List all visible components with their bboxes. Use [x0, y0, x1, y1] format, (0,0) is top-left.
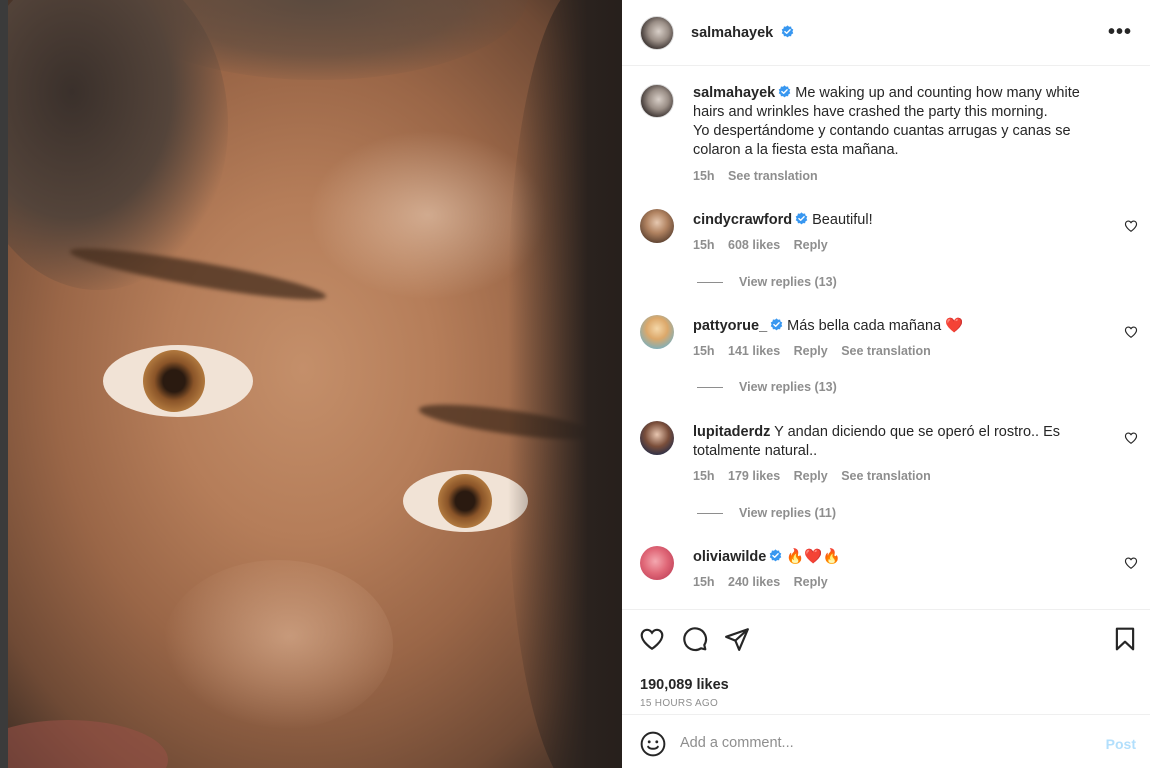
comment-time[interactable]: 15h — [693, 575, 715, 589]
reply-button[interactable]: Reply — [794, 469, 828, 483]
author-username[interactable]: salmahayek — [691, 25, 773, 41]
red-heart-emoji: ❤️ — [945, 318, 964, 334]
caption-avatar[interactable] — [640, 84, 674, 118]
see-translation-link[interactable]: See translation — [841, 469, 931, 483]
like-comment-heart-icon[interactable] — [1124, 325, 1138, 339]
caption-time[interactable]: 15h — [693, 169, 715, 183]
view-replies-label: View replies (13) — [739, 380, 837, 394]
more-options-button[interactable]: ••• — [1108, 22, 1132, 42]
author-avatar[interactable] — [640, 16, 674, 50]
commenter-username[interactable]: pattyorue_ — [693, 318, 767, 334]
comment-meta: 15h 240 likes Reply — [693, 575, 838, 589]
view-replies-button[interactable]: View replies (11) — [697, 506, 836, 520]
comment-time[interactable]: 15h — [693, 344, 715, 358]
verified-badge-icon — [781, 25, 793, 38]
post-actions: 190,089 likes 15 HOURS AGO — [622, 609, 1150, 714]
emoji-smiley-icon[interactable] — [640, 731, 666, 757]
reply-button[interactable]: Reply — [794, 238, 828, 252]
comment-text: Más bella cada mañana — [787, 318, 942, 334]
replies-divider — [697, 281, 723, 283]
comment-time[interactable]: 15h — [693, 238, 715, 252]
post-side-panel: salmahayek ••• salmahayek Me waking up a… — [622, 0, 1150, 768]
verified-badge-icon — [778, 85, 791, 98]
comment-body: pattyorue_ Más bella cada mañana ❤️ — [693, 317, 1093, 336]
likes-count[interactable]: 190,089 likes — [640, 677, 729, 693]
commenter-avatar[interactable] — [640, 421, 674, 455]
view-replies-label: View replies (11) — [739, 506, 837, 520]
commenter-username[interactable]: oliviawilde — [693, 549, 766, 565]
comment-likes[interactable]: 608 likes — [728, 238, 780, 252]
comment-likes[interactable]: 179 likes — [728, 469, 780, 483]
view-replies-button[interactable]: View replies (13) — [697, 275, 837, 289]
verified-badge-icon — [795, 212, 808, 225]
comment-likes[interactable]: 240 likes — [728, 575, 780, 589]
commenter-avatar[interactable] — [640, 209, 674, 243]
view-replies-button[interactable]: View replies (13) — [697, 380, 837, 394]
verified-badge-icon — [770, 318, 783, 331]
caption-username[interactable]: salmahayek — [693, 85, 775, 101]
post-timestamp[interactable]: 15 HOURS AGO — [640, 698, 718, 709]
photo-detail — [163, 560, 393, 730]
comment-body: lupitaderdz Y andan diciendo que se oper… — [693, 423, 1093, 461]
commenter-avatar[interactable] — [640, 315, 674, 349]
replies-divider — [697, 386, 723, 388]
photo-detail — [508, 0, 622, 768]
post-photo[interactable] — [8, 0, 622, 768]
comment-meta: 15h 141 likes Reply See translation — [693, 344, 941, 358]
photo-detail — [8, 0, 228, 290]
comment-body: cindycrawford Beautiful! — [693, 211, 1093, 230]
see-translation-link[interactable]: See translation — [728, 169, 818, 183]
reply-button[interactable]: Reply — [794, 344, 828, 358]
like-heart-icon[interactable] — [639, 626, 665, 652]
replies-divider — [697, 512, 723, 514]
comment-composer: Post — [622, 714, 1150, 768]
author-name-row: salmahayek — [691, 24, 794, 42]
post-comment-button[interactable]: Post — [1106, 736, 1136, 752]
photo-detail — [8, 720, 168, 768]
like-comment-heart-icon[interactable] — [1124, 556, 1138, 570]
comment-meta: 15h 608 likes Reply — [693, 238, 838, 252]
reply-button[interactable]: Reply — [794, 575, 828, 589]
commenter-avatar[interactable] — [640, 546, 674, 580]
caption-text-spanish: Yo despertándome y contando cuantas arru… — [693, 123, 1071, 158]
verified-badge-icon — [770, 549, 782, 562]
share-paper-plane-icon[interactable] — [724, 626, 750, 652]
comment-meta: 15h 179 likes Reply See translation — [693, 469, 941, 483]
comment-input[interactable] — [680, 729, 1080, 757]
post-header: salmahayek ••• — [622, 0, 1150, 66]
comment-bubble-icon[interactable] — [682, 626, 708, 652]
view-replies-label: View replies (13) — [739, 275, 837, 289]
commenter-username[interactable]: cindycrawford — [693, 212, 792, 228]
comment-likes[interactable]: 141 likes — [728, 344, 780, 358]
comment-time[interactable]: 15h — [693, 469, 715, 483]
photo-detail — [103, 345, 253, 417]
caption-meta: 15h See translation — [693, 167, 1103, 186]
like-comment-heart-icon[interactable] — [1124, 219, 1138, 233]
post-caption: salmahayek Me waking up and counting how… — [693, 84, 1103, 186]
commenter-username[interactable]: lupitaderdz — [693, 424, 770, 440]
comment-text: Beautiful! — [812, 212, 873, 228]
comment-body: oliviawilde 🔥❤️🔥 — [693, 548, 1093, 567]
comment-text: 🔥❤️🔥 — [786, 549, 841, 565]
see-translation-link[interactable]: See translation — [841, 344, 931, 358]
save-bookmark-icon[interactable] — [1112, 626, 1138, 652]
like-comment-heart-icon[interactable] — [1124, 431, 1138, 445]
window-edge — [0, 0, 8, 768]
